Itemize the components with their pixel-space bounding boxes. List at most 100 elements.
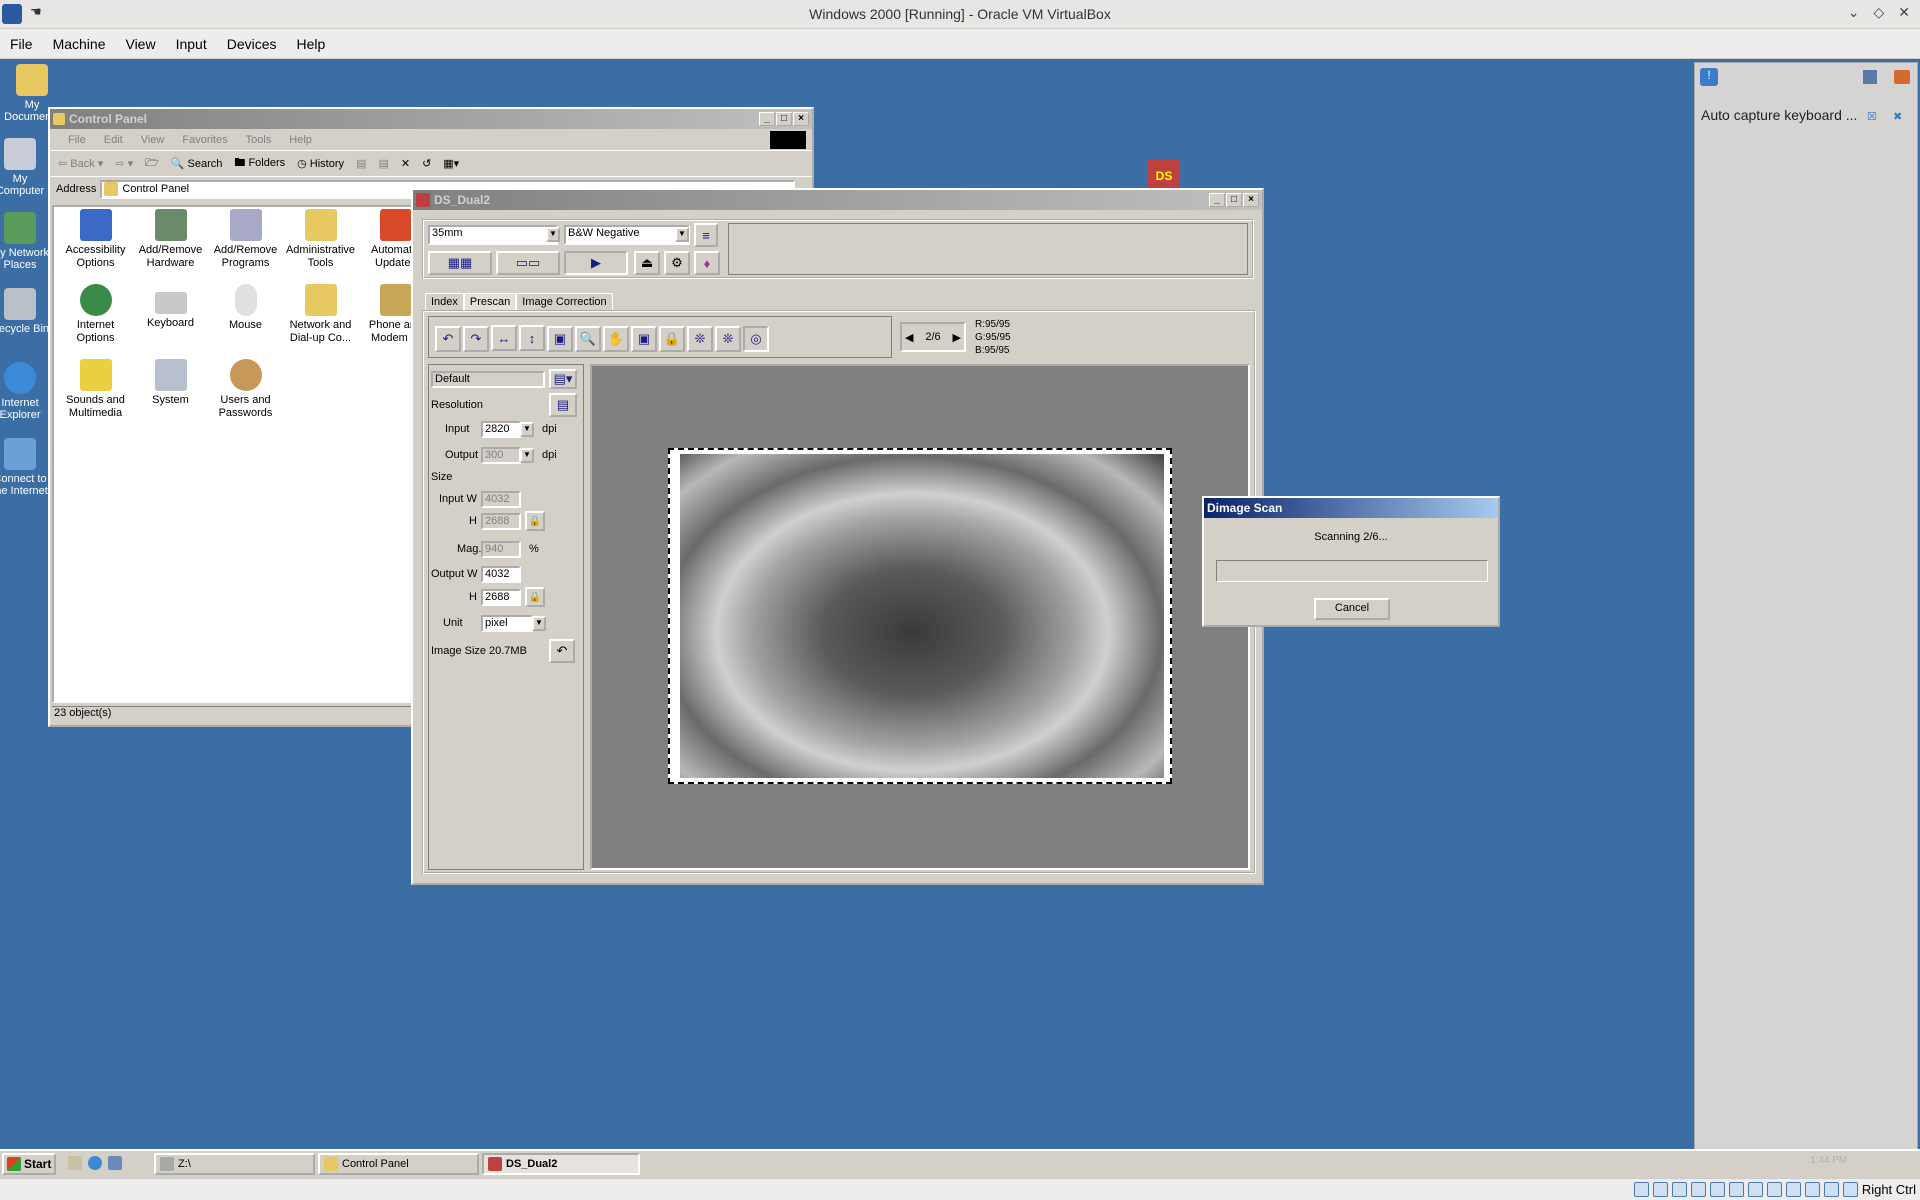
cp-item-users[interactable]: Users and Passwords bbox=[208, 359, 283, 420]
floppy-icon[interactable] bbox=[1671, 1182, 1687, 1197]
chevron-down-icon[interactable]: ▼ bbox=[532, 616, 546, 631]
notification-icon[interactable]: ! bbox=[1700, 68, 1718, 86]
film-format-select[interactable]: 35mm bbox=[428, 225, 558, 245]
internet-explorer-icon[interactable] bbox=[88, 1156, 102, 1170]
hand-icon[interactable]: ✋ bbox=[603, 325, 629, 352]
magnification-field[interactable]: 940 bbox=[481, 541, 521, 558]
network-icon[interactable] bbox=[1709, 1182, 1725, 1197]
maximize-icon[interactable]: ◇ bbox=[1873, 4, 1884, 21]
input-width-field[interactable]: 4032 bbox=[481, 491, 521, 508]
menu-file[interactable]: File bbox=[0, 36, 43, 52]
outlook-express-icon[interactable] bbox=[108, 1156, 122, 1170]
input-height-field[interactable]: 2688 bbox=[481, 513, 521, 530]
flip-vertical-icon[interactable]: ↕ bbox=[519, 325, 545, 351]
reset-icon[interactable]: ↶ bbox=[549, 639, 575, 663]
preset-menu-icon[interactable]: ▤▾ bbox=[549, 369, 577, 389]
prescan-button[interactable]: ▭▭ bbox=[496, 251, 560, 275]
flip-horizontal-icon[interactable]: ↔ bbox=[491, 325, 517, 351]
menu-input[interactable]: Input bbox=[166, 36, 217, 52]
lock-icon[interactable]: 🔒 bbox=[525, 511, 545, 531]
menu-favorites[interactable]: Favorites bbox=[182, 134, 227, 146]
chevron-down-icon[interactable]: ▼ bbox=[675, 227, 689, 242]
multi-sample-icon[interactable]: ❊ bbox=[715, 325, 741, 352]
cp-item-sounds[interactable]: Sounds and Multimedia bbox=[58, 359, 133, 420]
menu-machine[interactable]: Machine bbox=[43, 36, 116, 52]
shared-folders-icon[interactable] bbox=[1747, 1182, 1763, 1197]
menu-view[interactable]: View bbox=[115, 36, 165, 52]
desktop-icon-network[interactable]: My Network Places bbox=[0, 212, 50, 271]
auto-crop-icon[interactable]: ▣ bbox=[631, 325, 657, 352]
film-type-select[interactable]: B&W Negative bbox=[564, 225, 690, 245]
show-desktop-icon[interactable] bbox=[68, 1156, 82, 1170]
cpu-icon[interactable] bbox=[1804, 1182, 1820, 1197]
output-height-field[interactable]: 2688 bbox=[481, 589, 521, 606]
cp-item-system[interactable]: System bbox=[133, 359, 208, 407]
lock-icon[interactable]: 🔒 bbox=[659, 325, 685, 352]
preview-area[interactable] bbox=[590, 364, 1250, 870]
cancel-button[interactable]: Cancel bbox=[1314, 598, 1390, 620]
zoom-out-icon[interactable]: ▣ bbox=[547, 325, 573, 352]
start-button[interactable]: Start bbox=[2, 1153, 56, 1175]
menu-tools[interactable]: Tools bbox=[246, 134, 272, 146]
minimize-button[interactable]: _ bbox=[759, 112, 775, 126]
up-folder-icon[interactable]: 🗁 bbox=[145, 154, 159, 173]
minimize-icon[interactable]: ⌄ bbox=[1848, 4, 1860, 21]
preset-select[interactable]: Default bbox=[431, 371, 545, 388]
auto-focus-icon[interactable]: ◎ bbox=[743, 325, 769, 352]
close-button[interactable]: × bbox=[793, 112, 809, 126]
menu-help[interactable]: Help bbox=[289, 134, 312, 146]
mouse-integration-icon[interactable] bbox=[1823, 1182, 1839, 1197]
menu-file[interactable]: File bbox=[68, 134, 86, 146]
tab-image-correction[interactable]: Image Correction bbox=[516, 293, 613, 310]
folders-button[interactable]: 🖿 Folders bbox=[234, 154, 285, 173]
unit-select[interactable]: pixel bbox=[481, 615, 533, 632]
cp-item-keyboard[interactable]: Keyboard bbox=[133, 284, 208, 330]
menu-help[interactable]: Help bbox=[287, 36, 336, 52]
forward-button[interactable]: ⇨ ▾ bbox=[115, 157, 133, 170]
chevron-down-icon[interactable]: ▼ bbox=[546, 227, 560, 242]
help-book-icon[interactable]: ♦ bbox=[694, 251, 720, 275]
pin-icon[interactable]: ☚ bbox=[30, 4, 42, 20]
desktop-icon-my-computer[interactable]: My Computer bbox=[0, 138, 50, 197]
film-settings-icon[interactable]: ≡ bbox=[694, 223, 718, 247]
frame-selector[interactable]: ◀ 2/6 ▶ bbox=[900, 322, 966, 352]
desktop-icon-recycle-bin[interactable]: Recycle Bin bbox=[0, 288, 50, 335]
cp-item-network[interactable]: Network and Dial-up Co... bbox=[283, 284, 358, 345]
ice-icon[interactable]: ❊ bbox=[687, 325, 713, 352]
back-button[interactable]: ⇦ Back ▾ bbox=[58, 157, 103, 170]
task-control-panel[interactable]: Control Panel bbox=[318, 1153, 479, 1175]
output-dpi-field[interactable]: 300 bbox=[481, 447, 521, 464]
preferences-icon[interactable]: ⚙ bbox=[664, 251, 690, 275]
close-icon[interactable]: ✕ bbox=[1898, 4, 1910, 21]
next-frame-icon[interactable]: ▶ bbox=[953, 331, 961, 344]
cp-item-add-remove-hardware[interactable]: Add/Remove Hardware bbox=[133, 209, 208, 270]
desktop-icon-connect[interactable]: Connect to the Internet bbox=[0, 438, 50, 497]
notification-close-icon[interactable]: ✖ bbox=[1893, 110, 1902, 123]
keyboard-capture-icon[interactable] bbox=[1842, 1182, 1858, 1197]
menu-devices[interactable]: Devices bbox=[217, 36, 287, 52]
eject-icon[interactable]: ⏏ bbox=[634, 251, 660, 275]
cp-item-add-remove-programs[interactable]: Add/Remove Programs bbox=[208, 209, 283, 270]
menu-edit[interactable]: Edit bbox=[104, 134, 123, 146]
close-button[interactable]: × bbox=[1243, 193, 1259, 207]
recording-icon[interactable] bbox=[1785, 1182, 1801, 1197]
prev-frame-icon[interactable]: ◀ bbox=[905, 331, 913, 344]
scan-button[interactable]: ▶ bbox=[564, 251, 628, 275]
index-scan-button[interactable]: ▦▦ bbox=[428, 251, 492, 275]
maximize-button[interactable]: □ bbox=[776, 112, 792, 126]
optical-drive-icon[interactable] bbox=[1652, 1182, 1668, 1197]
copy-to-icon[interactable]: ▤ bbox=[378, 157, 388, 170]
crop-frame[interactable] bbox=[668, 448, 1172, 784]
desktop-icon-internet-explorer[interactable]: Internet Explorer bbox=[0, 362, 50, 421]
minimize-button[interactable]: _ bbox=[1209, 193, 1225, 207]
audio-icon[interactable] bbox=[1690, 1182, 1706, 1197]
display-icon[interactable] bbox=[1766, 1182, 1782, 1197]
resolution-preset-icon[interactable]: ▤ bbox=[549, 393, 577, 417]
usb-icon[interactable] bbox=[1728, 1182, 1744, 1197]
tab-prescan[interactable]: Prescan bbox=[463, 293, 517, 310]
cp-item-mouse[interactable]: Mouse bbox=[208, 284, 283, 332]
delete-icon[interactable]: ✕ bbox=[401, 157, 410, 170]
history-button[interactable]: ◷ History bbox=[297, 157, 344, 170]
output-width-field[interactable]: 4032 bbox=[481, 566, 521, 583]
input-dpi-field[interactable]: 2820 bbox=[481, 421, 521, 438]
